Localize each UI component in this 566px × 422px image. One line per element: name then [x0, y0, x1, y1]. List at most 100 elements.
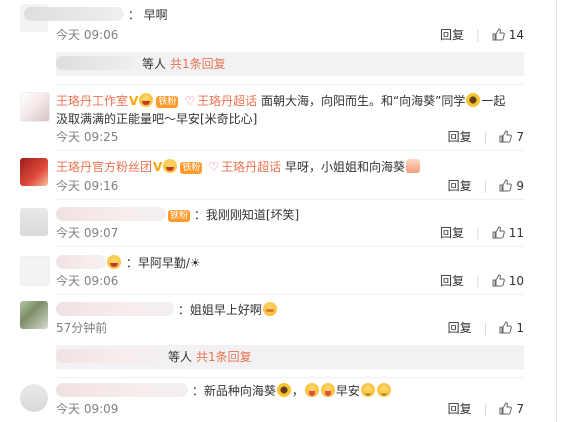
like-count: 9 — [516, 179, 524, 193]
separator: | — [483, 402, 488, 416]
avatar[interactable] — [20, 256, 50, 286]
colon: ： — [193, 208, 206, 222]
pray-emoji-icon — [405, 159, 420, 173]
reply-summary[interactable]: 等人 共1条回复 — [56, 52, 524, 76]
comment-actions: 回复 | 11 — [440, 224, 524, 241]
comment-time: 今天 09:25 — [56, 130, 119, 144]
like-count: 1 — [516, 321, 524, 335]
divider — [56, 150, 524, 151]
comment-time: 今天 09:06 — [56, 28, 119, 42]
emoji-icon — [163, 159, 178, 173]
fan-badge: 铁粉 — [168, 210, 191, 222]
comment-text-line2: 汲取满满的正能量吧～早安[米奇比心] — [56, 112, 258, 126]
thumbs-up-icon — [499, 130, 513, 143]
like-button[interactable]: 10 — [492, 274, 524, 288]
reply-button[interactable]: 回复 — [448, 402, 472, 416]
replier-suffix: 等人 — [142, 57, 167, 71]
fan-badge: 铁粉 — [156, 96, 179, 108]
comment-text: 面朝大海，向阳而生。和“向海葵”同学 — [260, 94, 466, 108]
thumbs-up-icon — [492, 28, 505, 41]
sunflower-emoji-icon — [466, 93, 481, 107]
view-replies-link[interactable]: 共1条回复 — [170, 57, 226, 71]
like-count: 11 — [508, 226, 524, 240]
comment-text-cont: ， — [291, 384, 304, 398]
comment-text: 新品种向海葵 — [203, 384, 276, 398]
reply-button[interactable]: 回复 — [440, 274, 464, 288]
reply-button[interactable]: 回复 — [440, 226, 464, 240]
username[interactable]: 王珞丹工作室 — [56, 94, 128, 108]
username-blurred[interactable] — [56, 302, 174, 316]
like-button[interactable]: 11 — [492, 226, 524, 240]
like-button[interactable]: 14 — [492, 28, 524, 42]
username-blurred[interactable] — [24, 7, 124, 21]
like-button[interactable]: 9 — [499, 179, 524, 193]
verified-v-icon: V — [153, 160, 163, 174]
thumbs-up-icon — [499, 179, 513, 192]
comment-text: 早啊 — [143, 8, 168, 22]
divider — [56, 246, 524, 247]
comment-text: 早呀，小姐姐和向海葵 — [284, 160, 405, 174]
separator: | — [483, 179, 488, 193]
replier-suffix: 等人 — [168, 350, 193, 364]
comment-actions: 回复 | 1 — [448, 319, 524, 336]
reply-button[interactable]: 回复 — [448, 321, 472, 335]
comment-list: ： 早啊 今天 09:06 回复 | 14 等人 共1条回复 王珞丹工作室V 铁粉 ♡… — [0, 0, 557, 422]
divider — [56, 199, 524, 200]
avatar[interactable] — [20, 92, 50, 122]
thumbs-up-icon — [492, 274, 505, 287]
colon: ： — [191, 384, 204, 398]
comment-text-cont: 一起 — [481, 94, 506, 108]
comment-time: 57分钟前 — [56, 321, 108, 335]
comment-text: 早阿早勤/☀ — [137, 256, 201, 270]
separator: | — [475, 274, 480, 288]
separator: | — [475, 226, 480, 240]
avatar[interactable] — [20, 158, 48, 186]
colon: ： — [177, 303, 190, 317]
like-count: 7 — [516, 130, 524, 144]
avatar[interactable] — [20, 301, 48, 329]
emoji-icon — [304, 383, 319, 397]
divider — [56, 84, 524, 85]
topic-link[interactable]: 王珞丹超话 — [197, 94, 257, 108]
sunflower-emoji-icon — [276, 383, 291, 397]
avatar[interactable] — [20, 384, 48, 412]
like-count: 14 — [508, 28, 524, 42]
reply-summary[interactable]: 等人 共1条回复 — [56, 345, 524, 369]
view-replies-link[interactable]: 共1条回复 — [196, 350, 252, 364]
username-blurred[interactable] — [56, 255, 106, 269]
like-button[interactable]: 7 — [499, 402, 524, 416]
emoji-icon — [107, 255, 121, 269]
heart-icon: ♡ — [208, 160, 220, 174]
like-count: 10 — [508, 274, 524, 288]
username[interactable]: 王珞丹官方粉丝团 — [56, 160, 152, 174]
comment-actions: 回复 | 7 — [448, 128, 524, 145]
heart-icon: ♡ — [184, 94, 196, 108]
colon: ： — [127, 8, 140, 22]
comment-text: 姐姐早上好啊 — [189, 303, 262, 317]
like-count: 7 — [516, 402, 524, 416]
separator: | — [475, 28, 480, 42]
separator: | — [483, 130, 488, 144]
colon: ： — [125, 256, 138, 270]
topic-link[interactable]: 王珞丹超话 — [221, 160, 281, 174]
separator: | — [483, 321, 488, 335]
avatar[interactable] — [20, 208, 48, 236]
comment-actions: 回复 | 14 — [440, 26, 524, 43]
like-button[interactable]: 7 — [499, 130, 524, 144]
fan-badge: 铁粉 — [180, 162, 203, 174]
username-blurred[interactable] — [56, 383, 188, 397]
replier-blurred — [56, 349, 162, 363]
like-button[interactable]: 1 — [499, 321, 524, 335]
reply-button[interactable]: 回复 — [448, 179, 472, 193]
comment-actions: 回复 | 9 — [448, 177, 524, 194]
divider — [56, 377, 524, 378]
reply-button[interactable]: 回复 — [448, 130, 472, 144]
username-blurred[interactable] — [56, 207, 166, 221]
comment-text: 我刚刚知道[坏笑] — [205, 208, 300, 222]
thumbs-up-icon — [492, 226, 505, 239]
reply-button[interactable]: 回复 — [440, 28, 464, 42]
comment-time: 今天 09:09 — [56, 402, 119, 416]
thumbs-up-icon — [499, 402, 513, 415]
replier-blurred — [56, 56, 136, 70]
comment-time: 今天 09:16 — [56, 179, 119, 193]
